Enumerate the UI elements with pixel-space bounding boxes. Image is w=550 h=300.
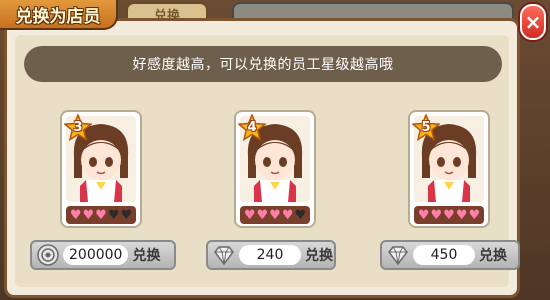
exchange-label: 兑换 (479, 248, 507, 264)
window-title-tab: 兑换为店员 (0, 0, 118, 30)
hint-bar: 好感度越高，可以兑换的员工星级越高哦 (24, 46, 502, 82)
heart-icon: ♥ (430, 207, 443, 223)
staff-card-5star[interactable]: 5 ♥ ♥ ♥ ♥ ♥ (408, 110, 490, 228)
exchange-label: 兑换 (305, 248, 333, 264)
close-icon: × (524, 10, 542, 34)
heart-icon: ♥ (256, 207, 269, 223)
heart-icon: ♥ (107, 207, 120, 223)
price-amount: 200000 (63, 245, 129, 265)
affection-hearts: ♥ ♥ ♥ ♥ ♥ (414, 206, 484, 224)
heart-icon: ♥ (443, 207, 455, 223)
exchange-button-coin[interactable]: 200000 兑换 (30, 240, 176, 270)
staff-card-4star[interactable]: 4 ♥ ♥ ♥ ♥ ♥ (234, 110, 316, 228)
affection-hearts: ♥ ♥ ♥ ♥ ♥ (240, 206, 310, 224)
heart-icon: ♥ (269, 207, 281, 223)
price-amount: 450 (413, 245, 475, 265)
coin-icon (35, 243, 61, 267)
star-badge: 5 (411, 113, 441, 142)
window-title: 兑换为店员 (15, 6, 101, 27)
price-amount: 240 (239, 245, 301, 265)
exchange-button-diamond-2[interactable]: 450 兑换 (380, 240, 520, 270)
star-badge: 4 (237, 113, 267, 142)
heart-icon: ♥ (243, 207, 256, 223)
game-scene: 兑换为店员 兑换 × 好感度越高，可以兑换的员工星级越高哦 3 ♥ ♥ ♥ ♥ … (0, 0, 550, 300)
heart-icon: ♥ (455, 207, 468, 223)
hint-text: 好感度越高，可以兑换的员工星级越高哦 (132, 57, 394, 73)
exchange-button-diamond[interactable]: 240 兑换 (206, 240, 336, 270)
diamond-icon (385, 243, 411, 267)
diamond-icon (211, 243, 237, 267)
heart-icon: ♥ (69, 207, 82, 223)
heart-icon: ♥ (95, 207, 107, 223)
close-button[interactable]: × (520, 4, 546, 40)
heart-icon: ♥ (281, 207, 294, 223)
heart-icon: ♥ (120, 207, 133, 223)
heart-icon: ♥ (82, 207, 95, 223)
affection-hearts: ♥ ♥ ♥ ♥ ♥ (66, 206, 136, 224)
staff-card-3star[interactable]: 3 ♥ ♥ ♥ ♥ ♥ (60, 110, 142, 228)
heart-icon: ♥ (468, 207, 481, 223)
heart-icon: ♥ (417, 207, 430, 223)
exchange-label: 兑换 (132, 248, 161, 264)
heart-icon: ♥ (294, 207, 307, 223)
star-badge: 3 (63, 113, 93, 142)
